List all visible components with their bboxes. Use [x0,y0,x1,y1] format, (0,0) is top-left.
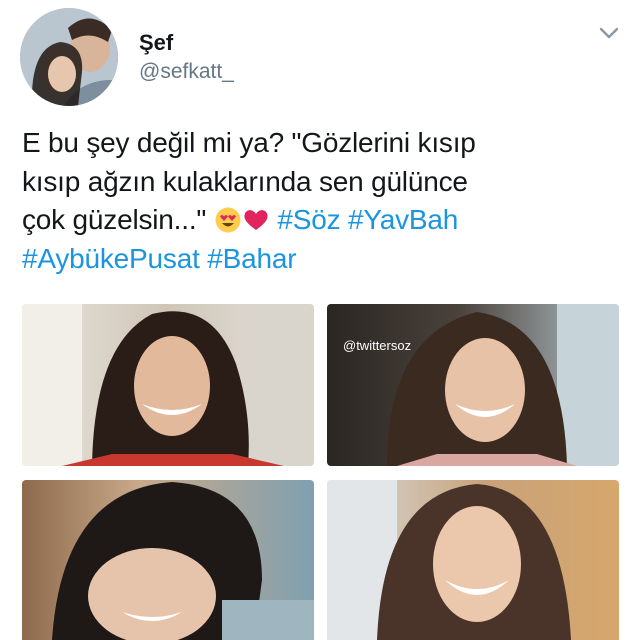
display-name[interactable]: Şef [139,30,173,56]
hashtag-aybukepusat[interactable]: #AybükePusat [22,243,200,274]
user-handle[interactable]: @sefkatt_ [139,60,234,84]
chevron-down-icon[interactable] [596,20,622,46]
hashtag-soz[interactable]: #Söz [277,204,340,235]
hashtag-yavbah[interactable]: #YavBah [348,204,458,235]
photo-3[interactable] [22,480,314,640]
tweet-line-4: #AybükePusat #Bahar [22,240,622,279]
tweet-line-3-text: çok güzelsin..." [22,204,207,235]
photo-2[interactable]: @twittersoz [327,304,619,466]
tweet-line-1: E bu şey değil mi ya? "Gözlerini kısıp [22,127,476,158]
media-grid: @twittersoz [22,304,619,640]
tweet-line-3: çok güzelsin..." #Söz #YavBah [22,201,622,240]
avatar[interactable] [20,8,118,106]
smiling-face-with-heart-eyes-icon [214,206,242,234]
hashtag-bahar[interactable]: #Bahar [207,243,296,274]
red-heart-icon [242,206,270,234]
photo-1[interactable] [22,304,314,466]
tweet-line-2: kısıp ağzın kulaklarında sen gülünce [22,165,468,197]
watermark: @twittersoz [343,338,412,353]
photo-4[interactable] [327,480,619,640]
tweet-text: E bu şey değil mi ya? "Gözlerini kısıp k… [22,124,622,278]
